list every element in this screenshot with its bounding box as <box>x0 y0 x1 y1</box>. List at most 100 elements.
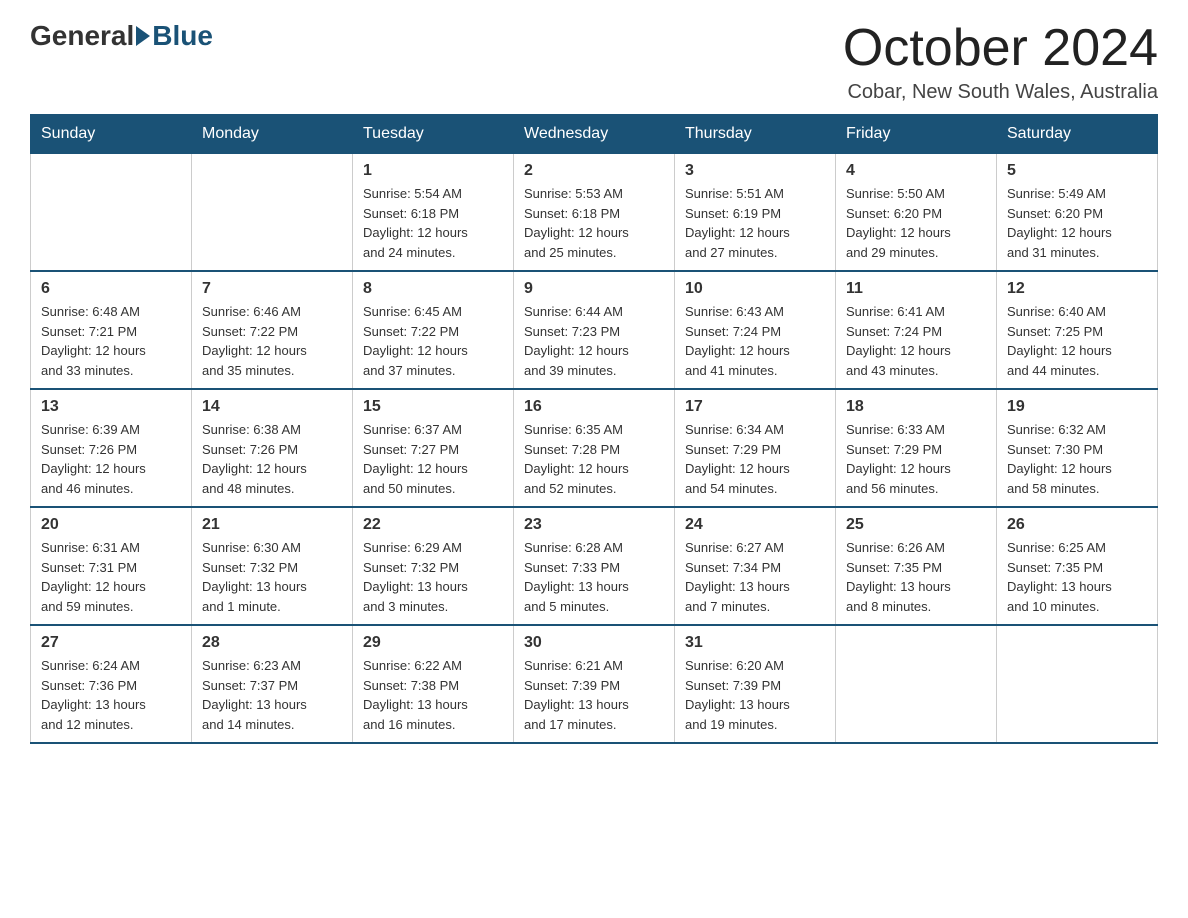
logo-general-text: General <box>30 20 134 52</box>
calendar-week-row: 6 Sunrise: 6:48 AM Sunset: 7:21 PM Daylig… <box>31 271 1158 389</box>
day-number: 23 <box>524 516 664 534</box>
day-info: Sunrise: 6:37 AM Sunset: 7:27 PM Dayligh… <box>363 420 503 498</box>
day-number: 6 <box>41 280 181 298</box>
day-info: Sunrise: 5:50 AM Sunset: 6:20 PM Dayligh… <box>846 184 986 262</box>
day-number: 14 <box>202 398 342 416</box>
calendar-cell: 25 Sunrise: 6:26 AM Sunset: 7:35 PM Dayli… <box>836 507 997 625</box>
calendar-cell: 26 Sunrise: 6:25 AM Sunset: 7:35 PM Dayli… <box>997 507 1158 625</box>
page-header: General Blue October 2024 Cobar, New Sou… <box>30 20 1158 104</box>
calendar-cell: 22Sunrise: 6:29 AM Sunset: 7:32 PM Dayli… <box>353 507 514 625</box>
calendar-cell <box>31 154 192 272</box>
day-info: Sunrise: 6:43 AM Sunset: 7:24 PM Dayligh… <box>685 302 825 380</box>
col-monday: Monday <box>192 115 353 154</box>
calendar-cell: 21Sunrise: 6:30 AM Sunset: 7:32 PM Dayli… <box>192 507 353 625</box>
day-number: 9 <box>524 280 664 298</box>
calendar-cell: 8 Sunrise: 6:45 AM Sunset: 7:22 PM Daylig… <box>353 271 514 389</box>
day-number: 24 <box>685 516 825 534</box>
calendar-cell: 27 Sunrise: 6:24 AM Sunset: 7:36 PM Dayli… <box>31 625 192 743</box>
calendar-cell: 7 Sunrise: 6:46 AM Sunset: 7:22 PM Daylig… <box>192 271 353 389</box>
day-info: Sunrise: 6:25 AM Sunset: 7:35 PM Dayligh… <box>1007 538 1147 616</box>
calendar-cell: 5 Sunrise: 5:49 AM Sunset: 6:20 PM Daylig… <box>997 154 1158 272</box>
day-number: 25 <box>846 516 986 534</box>
calendar-cell: 28Sunrise: 6:23 AM Sunset: 7:37 PM Dayli… <box>192 625 353 743</box>
calendar-week-row: 27 Sunrise: 6:24 AM Sunset: 7:36 PM Dayli… <box>31 625 1158 743</box>
col-tuesday: Tuesday <box>353 115 514 154</box>
location-title: Cobar, New South Wales, Australia <box>843 81 1158 104</box>
calendar-cell: 29 Sunrise: 6:22 AM Sunset: 7:38 PM Dayli… <box>353 625 514 743</box>
day-info: Sunrise: 6:26 AM Sunset: 7:35 PM Dayligh… <box>846 538 986 616</box>
month-title: October 2024 <box>843 20 1158 77</box>
calendar-cell: 19 Sunrise: 6:32 AM Sunset: 7:30 PM Dayli… <box>997 389 1158 507</box>
day-number: 18 <box>846 398 986 416</box>
calendar-week-row: 13Sunrise: 6:39 AM Sunset: 7:26 PM Dayli… <box>31 389 1158 507</box>
calendar-cell: 12 Sunrise: 6:40 AM Sunset: 7:25 PM Dayli… <box>997 271 1158 389</box>
calendar-cell: 14 Sunrise: 6:38 AM Sunset: 7:26 PM Dayli… <box>192 389 353 507</box>
day-number: 28 <box>202 634 342 652</box>
calendar-cell: 17 Sunrise: 6:34 AM Sunset: 7:29 PM Dayli… <box>675 389 836 507</box>
day-info: Sunrise: 6:35 AM Sunset: 7:28 PM Dayligh… <box>524 420 664 498</box>
day-number: 11 <box>846 280 986 298</box>
day-number: 21 <box>202 516 342 534</box>
col-sunday: Sunday <box>31 115 192 154</box>
logo-blue-part: Blue <box>134 20 213 52</box>
calendar-cell <box>997 625 1158 743</box>
logo-blue-text: Blue <box>152 20 213 52</box>
day-info: Sunrise: 6:44 AM Sunset: 7:23 PM Dayligh… <box>524 302 664 380</box>
calendar-cell: 3Sunrise: 5:51 AM Sunset: 6:19 PM Daylig… <box>675 154 836 272</box>
calendar-cell: 9 Sunrise: 6:44 AM Sunset: 7:23 PM Daylig… <box>514 271 675 389</box>
calendar-week-row: 1Sunrise: 5:54 AM Sunset: 6:18 PM Daylig… <box>31 154 1158 272</box>
calendar-cell: 13Sunrise: 6:39 AM Sunset: 7:26 PM Dayli… <box>31 389 192 507</box>
calendar-cell: 10 Sunrise: 6:43 AM Sunset: 7:24 PM Dayli… <box>675 271 836 389</box>
day-info: Sunrise: 6:48 AM Sunset: 7:21 PM Dayligh… <box>41 302 181 380</box>
day-number: 12 <box>1007 280 1147 298</box>
day-info: Sunrise: 6:28 AM Sunset: 7:33 PM Dayligh… <box>524 538 664 616</box>
day-info: Sunrise: 6:40 AM Sunset: 7:25 PM Dayligh… <box>1007 302 1147 380</box>
day-info: Sunrise: 6:24 AM Sunset: 7:36 PM Dayligh… <box>41 656 181 734</box>
calendar-cell: 1Sunrise: 5:54 AM Sunset: 6:18 PM Daylig… <box>353 154 514 272</box>
day-number: 5 <box>1007 162 1147 180</box>
day-info: Sunrise: 6:45 AM Sunset: 7:22 PM Dayligh… <box>363 302 503 380</box>
day-info: Sunrise: 6:32 AM Sunset: 7:30 PM Dayligh… <box>1007 420 1147 498</box>
day-number: 10 <box>685 280 825 298</box>
day-number: 29 <box>363 634 503 652</box>
calendar-cell: 11 Sunrise: 6:41 AM Sunset: 7:24 PM Dayli… <box>836 271 997 389</box>
calendar-cell: 18 Sunrise: 6:33 AM Sunset: 7:29 PM Dayli… <box>836 389 997 507</box>
day-info: Sunrise: 5:54 AM Sunset: 6:18 PM Dayligh… <box>363 184 503 262</box>
calendar-cell <box>836 625 997 743</box>
day-info: Sunrise: 6:41 AM Sunset: 7:24 PM Dayligh… <box>846 302 986 380</box>
col-friday: Friday <box>836 115 997 154</box>
day-number: 16 <box>524 398 664 416</box>
col-saturday: Saturday <box>997 115 1158 154</box>
day-info: Sunrise: 5:53 AM Sunset: 6:18 PM Dayligh… <box>524 184 664 262</box>
day-info: Sunrise: 6:21 AM Sunset: 7:39 PM Dayligh… <box>524 656 664 734</box>
calendar-cell: 6 Sunrise: 6:48 AM Sunset: 7:21 PM Daylig… <box>31 271 192 389</box>
day-info: Sunrise: 6:39 AM Sunset: 7:26 PM Dayligh… <box>41 420 181 498</box>
day-info: Sunrise: 6:46 AM Sunset: 7:22 PM Dayligh… <box>202 302 342 380</box>
calendar-cell: 24 Sunrise: 6:27 AM Sunset: 7:34 PM Dayli… <box>675 507 836 625</box>
day-info: Sunrise: 6:22 AM Sunset: 7:38 PM Dayligh… <box>363 656 503 734</box>
calendar-cell: 2 Sunrise: 5:53 AM Sunset: 6:18 PM Daylig… <box>514 154 675 272</box>
calendar-header-row: Sunday Monday Tuesday Wednesday Thursday… <box>31 115 1158 154</box>
logo-arrow-icon <box>136 26 150 46</box>
day-number: 19 <box>1007 398 1147 416</box>
day-number: 7 <box>202 280 342 298</box>
day-info: Sunrise: 6:20 AM Sunset: 7:39 PM Dayligh… <box>685 656 825 734</box>
day-info: Sunrise: 6:38 AM Sunset: 7:26 PM Dayligh… <box>202 420 342 498</box>
day-info: Sunrise: 6:27 AM Sunset: 7:34 PM Dayligh… <box>685 538 825 616</box>
day-info: Sunrise: 5:51 AM Sunset: 6:19 PM Dayligh… <box>685 184 825 262</box>
day-number: 17 <box>685 398 825 416</box>
day-info: Sunrise: 6:31 AM Sunset: 7:31 PM Dayligh… <box>41 538 181 616</box>
day-info: Sunrise: 6:29 AM Sunset: 7:32 PM Dayligh… <box>363 538 503 616</box>
day-info: Sunrise: 5:49 AM Sunset: 6:20 PM Dayligh… <box>1007 184 1147 262</box>
day-number: 30 <box>524 634 664 652</box>
day-info: Sunrise: 6:33 AM Sunset: 7:29 PM Dayligh… <box>846 420 986 498</box>
calendar-table: Sunday Monday Tuesday Wednesday Thursday… <box>30 114 1158 744</box>
day-number: 2 <box>524 162 664 180</box>
day-info: Sunrise: 6:34 AM Sunset: 7:29 PM Dayligh… <box>685 420 825 498</box>
day-number: 26 <box>1007 516 1147 534</box>
logo: General Blue <box>30 20 213 52</box>
day-number: 27 <box>41 634 181 652</box>
calendar-cell: 15Sunrise: 6:37 AM Sunset: 7:27 PM Dayli… <box>353 389 514 507</box>
day-number: 8 <box>363 280 503 298</box>
calendar-cell: 31Sunrise: 6:20 AM Sunset: 7:39 PM Dayli… <box>675 625 836 743</box>
